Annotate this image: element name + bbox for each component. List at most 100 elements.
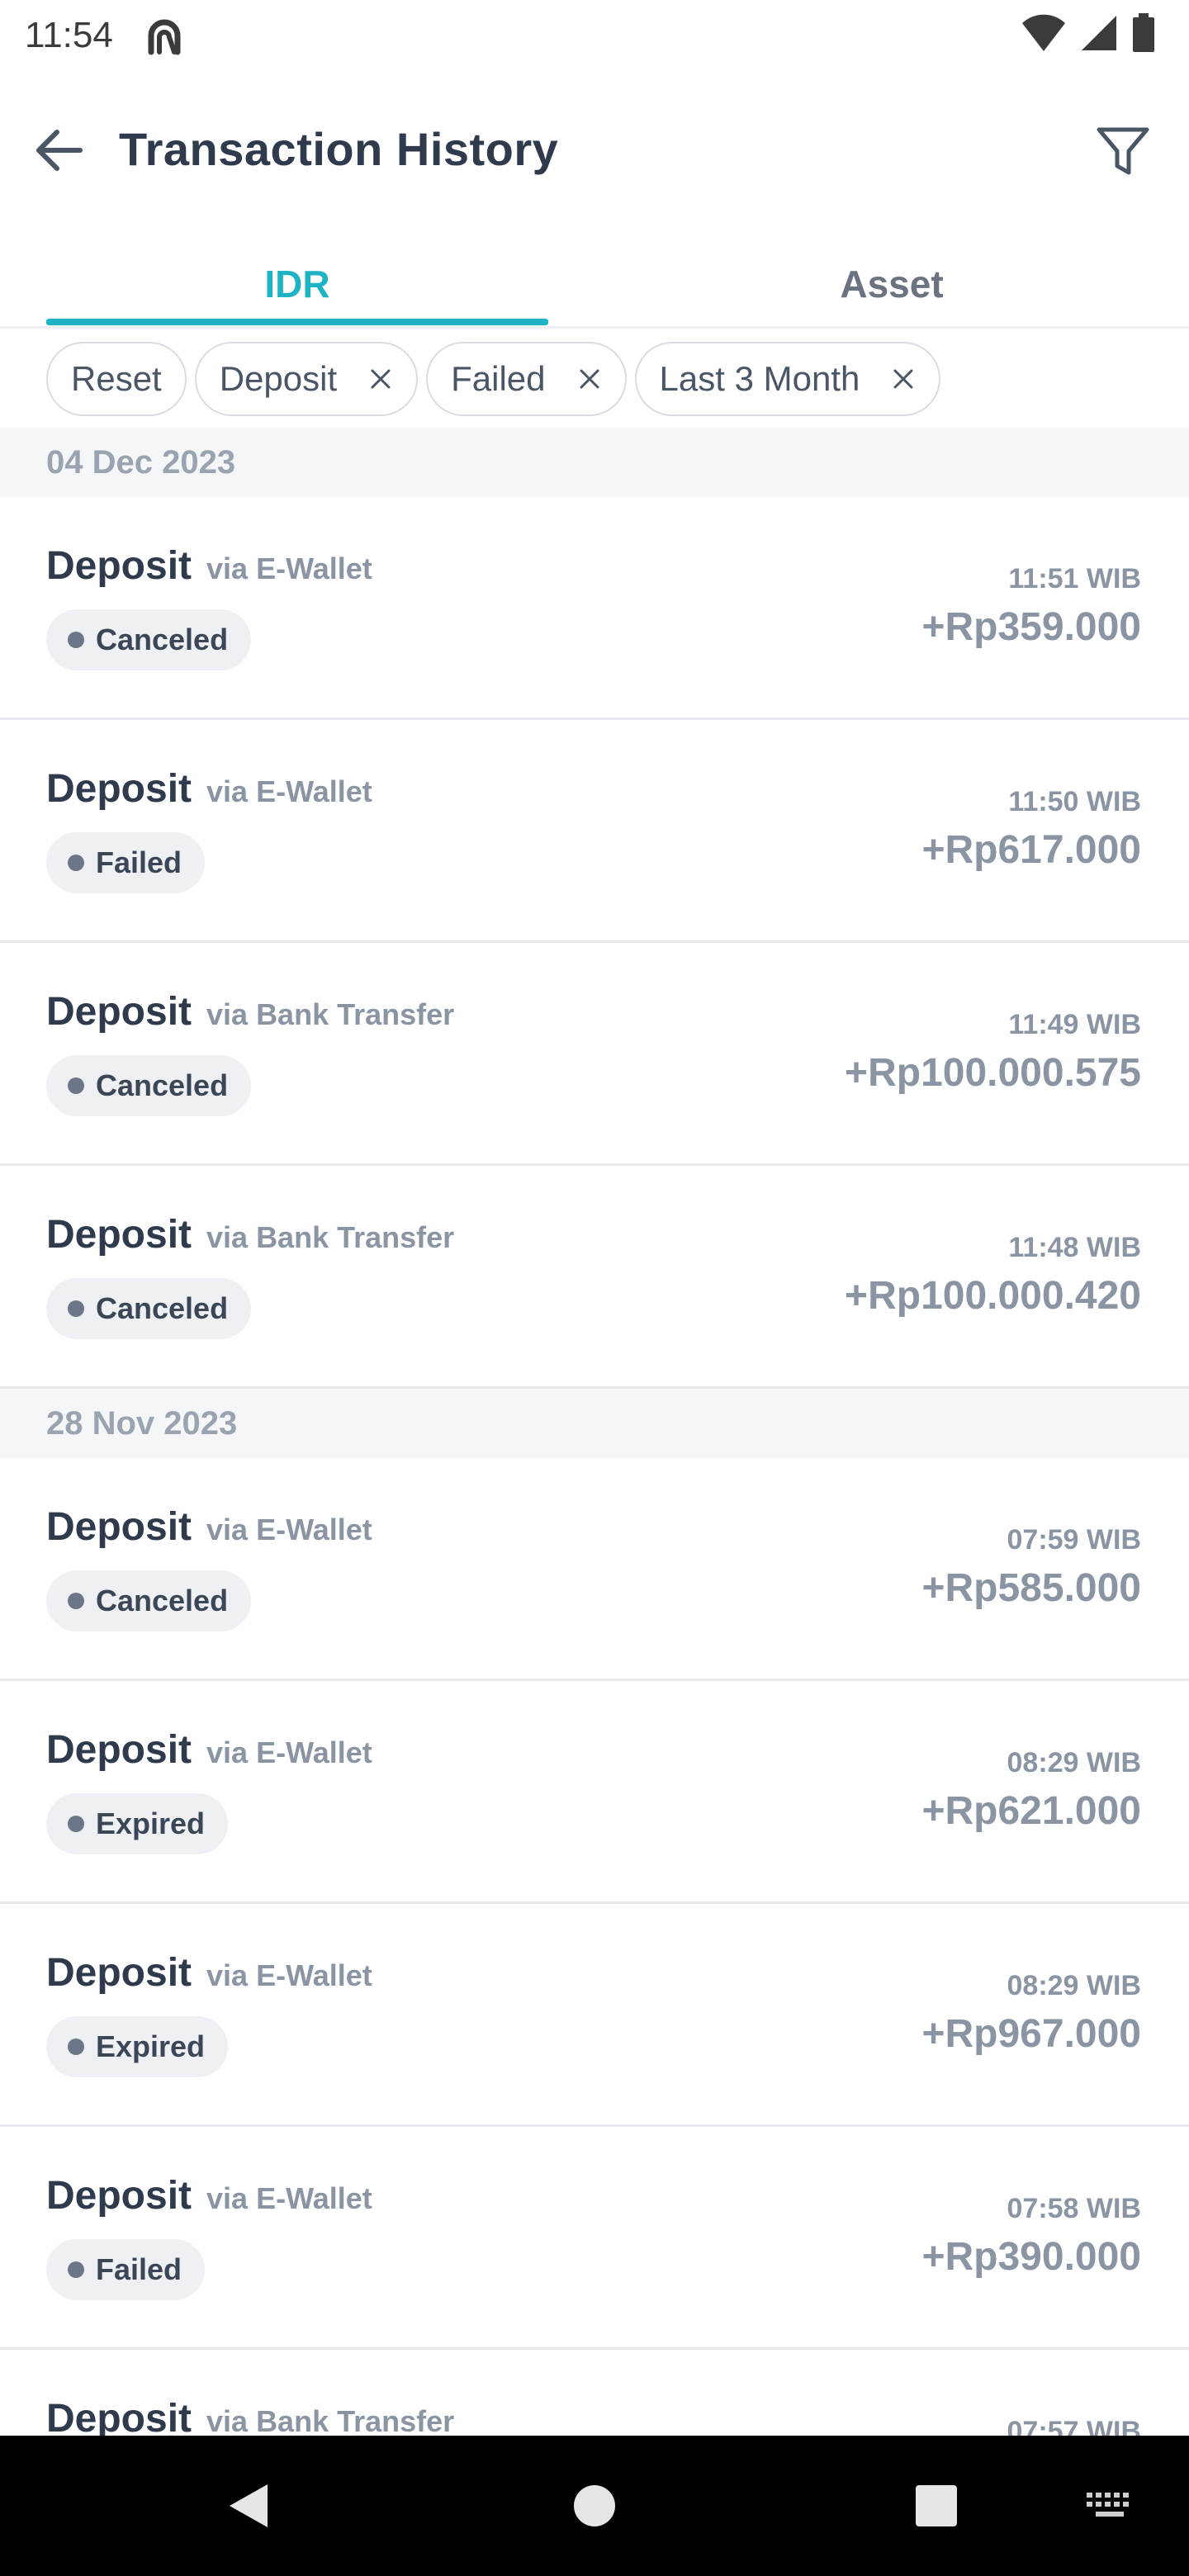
recents-square-icon[interactable]	[903, 2473, 969, 2539]
transaction-method: via E-Wallet	[206, 1735, 372, 1769]
transaction-type: Deposit	[46, 544, 192, 588]
tab-bar: IDR Asset	[0, 239, 1189, 329]
transaction-time: 07:58 WIB	[1007, 2193, 1142, 2224]
status-dot-icon	[68, 1077, 84, 1094]
transaction-time: 08:29 WIB	[1007, 1747, 1142, 1778]
filter-chip-label: Deposit	[219, 359, 338, 398]
transaction-time: 07:57 WIB	[1007, 2416, 1142, 2436]
status-label: Failed	[96, 845, 182, 879]
app-header: Transaction History	[0, 99, 1189, 201]
back-triangle-icon[interactable]	[215, 2473, 281, 2539]
filter-chip-label: Last 3 Month	[659, 359, 860, 398]
status-badge: Expired	[46, 1793, 229, 1854]
transaction-method: via Bank Transfer	[206, 1220, 455, 1254]
transaction-type: Deposit	[46, 1951, 192, 1995]
transaction-amount: +Rp621.000	[921, 1789, 1141, 1833]
transaction-method: via E-Wallet	[206, 552, 372, 585]
transaction-method: via Bank Transfer	[206, 2404, 455, 2436]
wifi-icon	[1021, 13, 1067, 57]
transaction-type: Deposit	[46, 2174, 192, 2218]
status-dot-icon	[68, 855, 84, 871]
transaction-amount: +Rp967.000	[921, 2012, 1141, 2056]
transaction-amount: +Rp390.000	[921, 2235, 1141, 2279]
transaction-time: 11:51 WIB	[1008, 563, 1141, 594]
transaction-method: via E-Wallet	[206, 2181, 372, 2215]
filter-chip-deposit[interactable]: Deposit	[194, 342, 419, 416]
status-time: 11:54	[25, 15, 113, 55]
status-dot-icon	[68, 1816, 84, 1832]
status-label: Canceled	[96, 1584, 229, 1617]
filter-icon[interactable]	[1090, 119, 1156, 185]
transaction-row[interactable]: Deposit via E-Wallet Expired 08:29 WIB +R…	[0, 1681, 1189, 1904]
status-badge: Failed	[46, 832, 206, 893]
transaction-type: Deposit	[46, 1213, 192, 1257]
keyboard-icon[interactable]	[1077, 2473, 1143, 2539]
transaction-method: via Bank Transfer	[206, 997, 455, 1031]
status-label: Expired	[96, 1807, 206, 1840]
filter-chip-failed[interactable]: Failed	[426, 342, 627, 416]
active-tab-indicator	[46, 319, 548, 325]
back-arrow-icon[interactable]	[30, 124, 88, 177]
transaction-amount: +Rp617.000	[921, 828, 1141, 872]
status-badge: Canceled	[46, 1278, 252, 1339]
battery-icon	[1131, 13, 1156, 57]
transaction-time: 11:50 WIB	[1008, 786, 1141, 817]
transaction-row[interactable]: Deposit via E-Wallet Canceled 11:51 WIB +…	[0, 497, 1189, 720]
date-header: 28 Nov 2023	[0, 1389, 1189, 1458]
status-label: Failed	[96, 2252, 182, 2286]
status-dot-icon	[68, 2261, 84, 2278]
status-badge: Failed	[46, 2239, 206, 2300]
transaction-list[interactable]: 04 Dec 2023 Deposit via E-Wallet Canceled…	[0, 428, 1189, 2436]
status-label: Expired	[96, 2029, 206, 2063]
transaction-type: Deposit	[46, 1505, 192, 1549]
transaction-row[interactable]: Deposit via Bank Transfer Canceled 11:49 …	[0, 943, 1189, 1166]
transaction-type: Deposit	[46, 767, 192, 811]
transaction-amount: +Rp100.000.420	[845, 1274, 1141, 1318]
transaction-type: Deposit	[46, 990, 192, 1034]
page-title: Transaction History	[119, 123, 559, 175]
transaction-type: Deposit	[46, 2397, 192, 2436]
close-icon[interactable]	[368, 367, 393, 391]
transaction-time: 08:29 WIB	[1007, 1970, 1142, 2001]
transaction-amount: +Rp359.000	[921, 605, 1141, 649]
status-dot-icon	[68, 2039, 84, 2055]
transaction-method: via E-Wallet	[206, 1958, 372, 1992]
status-badge: Canceled	[46, 1055, 252, 1116]
transaction-amount: +Rp100.000.575	[845, 1051, 1141, 1095]
status-dot-icon	[68, 632, 84, 648]
transaction-row[interactable]: Deposit via Bank Transfer Canceled 11:48 …	[0, 1166, 1189, 1389]
tab-idr[interactable]: IDR	[46, 239, 548, 329]
filter-chip-last-3-month[interactable]: Last 3 Month	[634, 342, 941, 416]
signal-icon	[1080, 14, 1118, 56]
filter-chip-label: Failed	[451, 359, 546, 398]
transaction-time: 11:48 WIB	[1008, 1232, 1141, 1263]
transaction-method: via E-Wallet	[206, 1513, 372, 1546]
transaction-amount: +Rp585.000	[921, 1566, 1141, 1610]
app-notification-icon	[141, 12, 187, 59]
close-icon[interactable]	[891, 367, 916, 391]
system-nav-bar	[0, 2436, 1189, 2576]
status-label: Canceled	[96, 623, 229, 656]
status-label: Canceled	[96, 1291, 229, 1325]
reset-chip[interactable]: Reset	[46, 342, 187, 416]
transaction-time: 11:49 WIB	[1008, 1009, 1141, 1040]
home-circle-icon[interactable]	[561, 2473, 628, 2539]
status-badge: Canceled	[46, 609, 252, 670]
transaction-row[interactable]: Deposit via E-Wallet Canceled 07:59 WIB +…	[0, 1458, 1189, 1681]
date-header: 04 Dec 2023	[0, 428, 1189, 497]
transaction-time: 07:59 WIB	[1007, 1524, 1142, 1556]
close-icon[interactable]	[577, 367, 602, 391]
status-badge: Expired	[46, 2016, 229, 2077]
transaction-row[interactable]: Deposit via E-Wallet Expired 08:29 WIB +R…	[0, 1904, 1189, 2127]
status-bar: 11:54	[0, 0, 1189, 71]
transaction-type: Deposit	[46, 1728, 192, 1772]
status-icons	[1021, 13, 1156, 57]
transaction-row[interactable]: Deposit via E-Wallet Failed 11:50 WIB +Rp…	[0, 720, 1189, 943]
status-label: Canceled	[96, 1068, 229, 1102]
tab-asset[interactable]: Asset	[641, 239, 1143, 329]
reset-chip-label: Reset	[71, 359, 162, 398]
transaction-row[interactable]: Deposit via E-Wallet Failed 07:58 WIB +Rp…	[0, 2127, 1189, 2350]
status-badge: Canceled	[46, 1570, 252, 1631]
transaction-method: via E-Wallet	[206, 774, 372, 808]
transaction-row[interactable]: Deposit via Bank Transfer 07:57 WIB	[0, 2350, 1189, 2436]
